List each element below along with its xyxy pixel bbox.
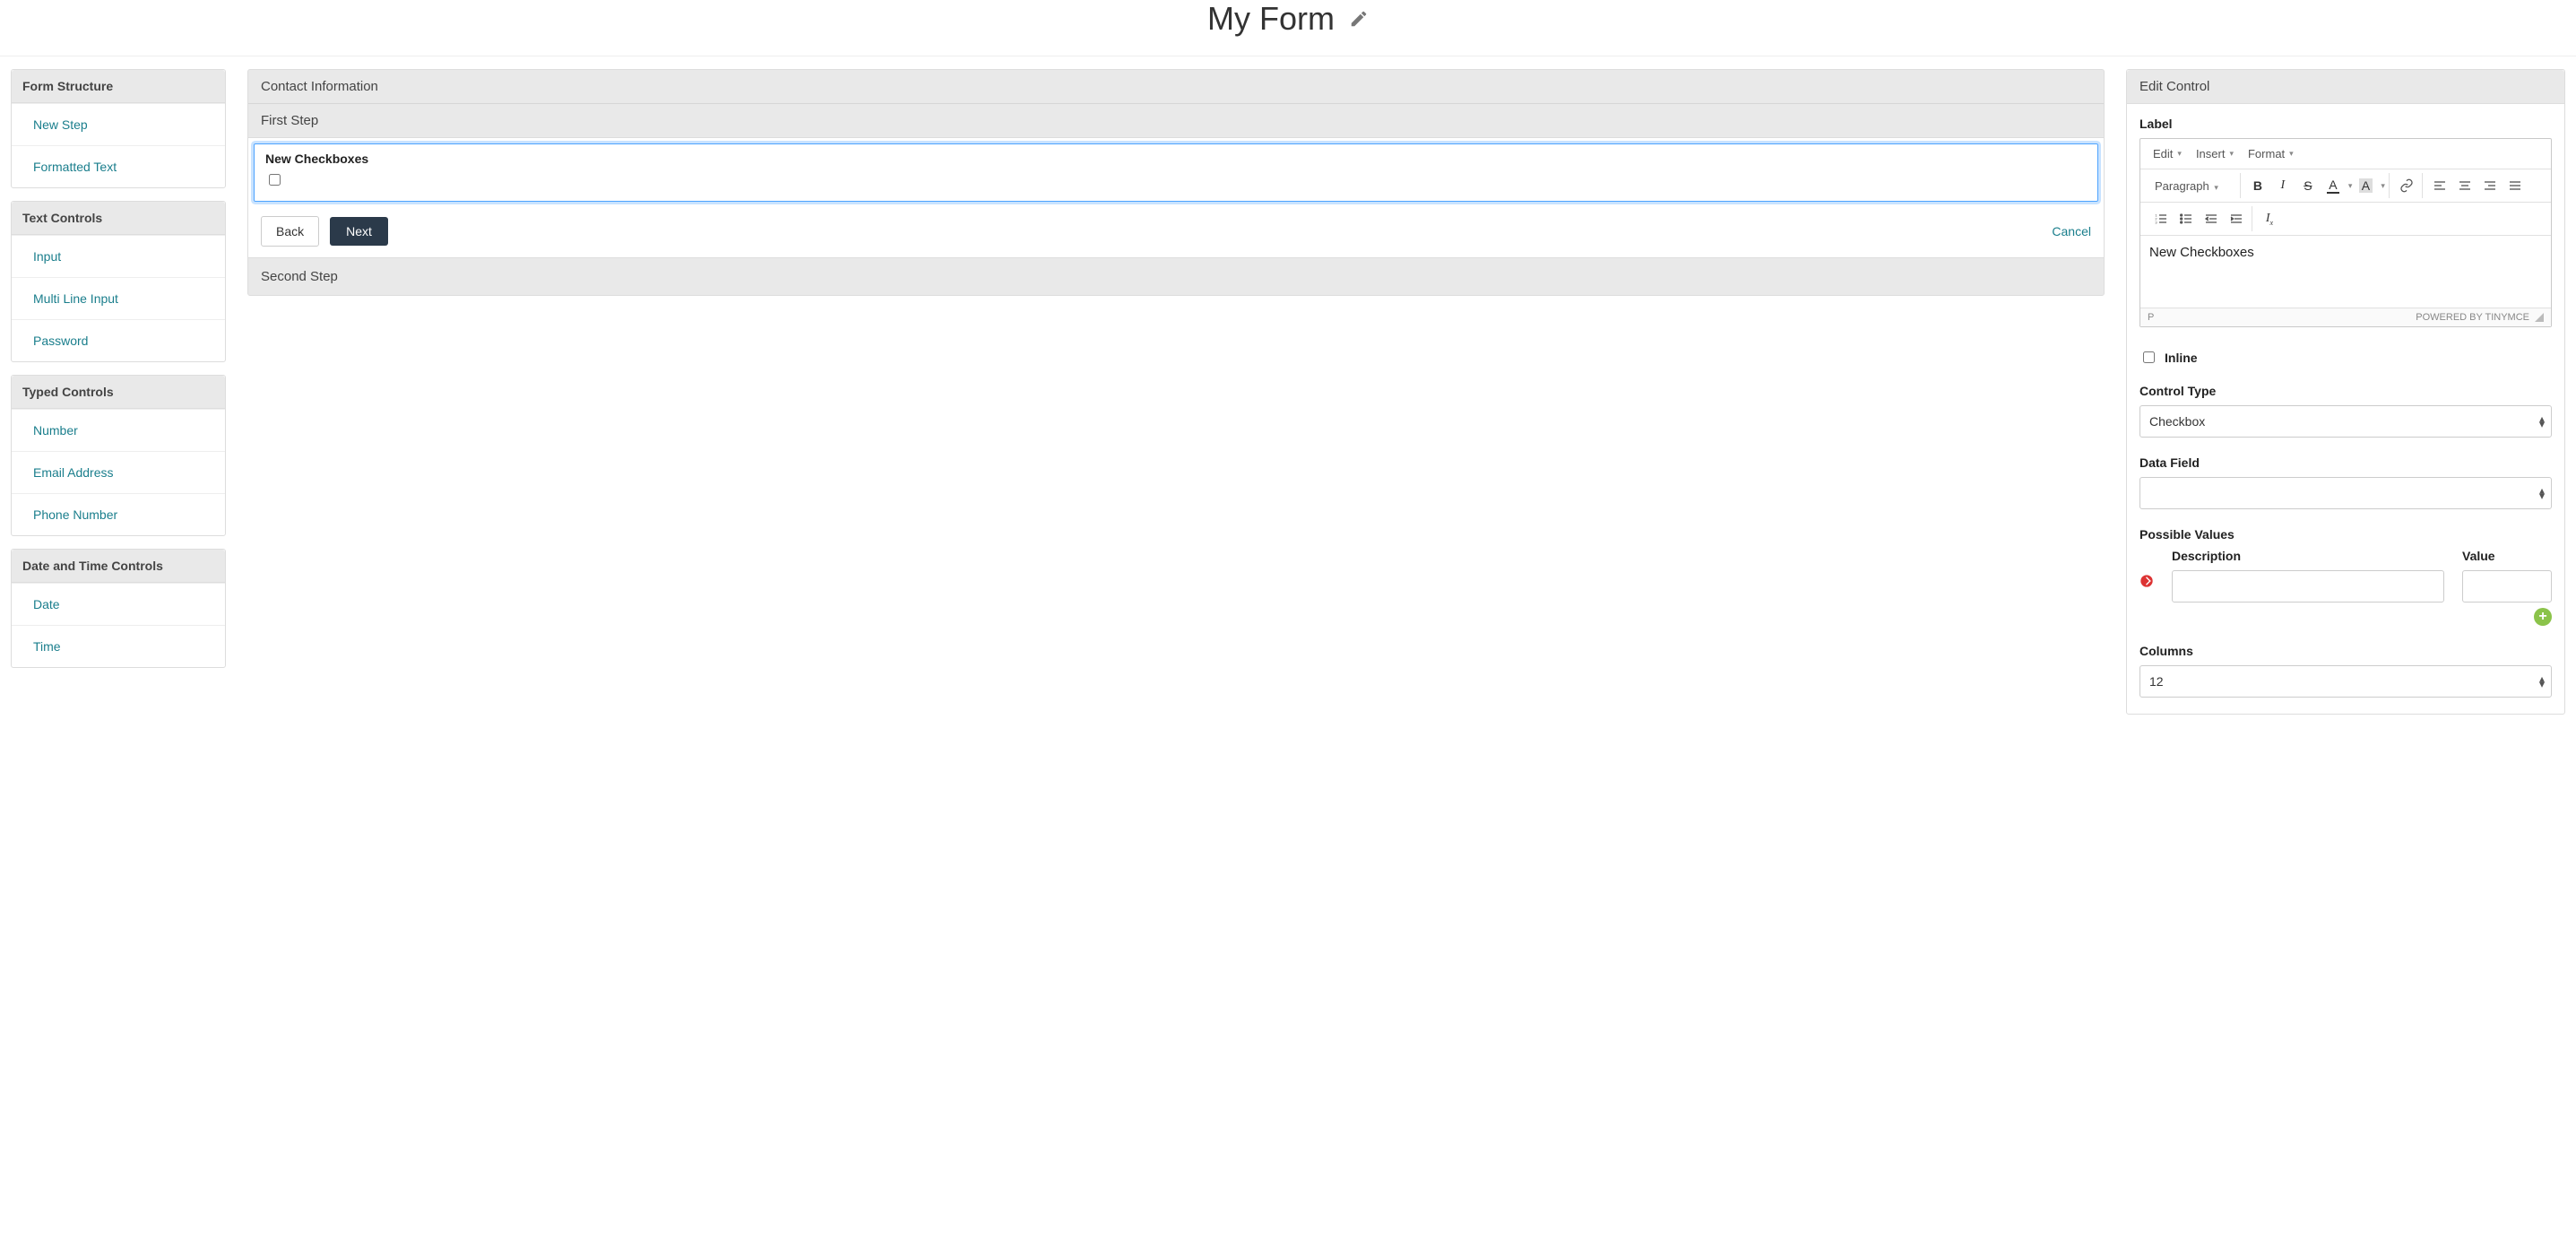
rte-content[interactable]: New Checkboxes [2140, 236, 2551, 308]
highlight-icon[interactable]: A [2354, 175, 2377, 196]
rte-toolbar-row2: 123 Ix [2140, 203, 2551, 236]
resize-handle-icon[interactable] [2535, 313, 2544, 322]
selected-control[interactable]: New Checkboxes [254, 143, 2098, 202]
inline-label: Inline [2165, 351, 2198, 365]
sidebar-item-date[interactable]: Date [12, 583, 225, 625]
pencil-icon[interactable] [1349, 9, 1369, 29]
step1-body: New Checkboxes Back Next Cancel [248, 137, 2104, 258]
page-title: My Form [1207, 0, 1335, 38]
align-left-icon[interactable] [2428, 175, 2451, 196]
description-col-head: Description [2172, 549, 2444, 563]
possible-value-row: Description Value [2139, 549, 2552, 602]
step-actions: Back Next Cancel [248, 207, 2104, 257]
rte-menu-format[interactable]: Format▾ [2243, 144, 2299, 163]
chevron-down-icon[interactable]: ▾ [2381, 181, 2385, 191]
edit-panel-title: Edit Control [2127, 70, 2564, 104]
rte-statusbar: P POWERED BY TINYMCE [2140, 308, 2551, 326]
data-field-select[interactable] [2139, 477, 2552, 509]
columns-label: Columns [2139, 644, 2552, 658]
bold-icon[interactable]: B [2246, 175, 2269, 196]
sidebar-item-new-step[interactable]: New Step [12, 103, 225, 145]
sidebar-item-phone[interactable]: Phone Number [12, 493, 225, 535]
cancel-link[interactable]: Cancel [2052, 224, 2091, 238]
sidebar-item-password[interactable]: Password [12, 319, 225, 361]
svg-text:3: 3 [2155, 220, 2157, 224]
sidebar-item-time[interactable]: Time [12, 625, 225, 667]
step2-title[interactable]: Second Step [248, 258, 2104, 295]
inline-checkbox[interactable] [2143, 351, 2155, 363]
rte-paragraph-select[interactable]: Paragraph ▾ [2149, 176, 2236, 196]
remove-icon[interactable] [2139, 574, 2154, 588]
rte-toolbar: Paragraph ▾ B I S A ▾ A ▾ [2140, 169, 2551, 203]
control-label: New Checkboxes [265, 152, 2087, 166]
bullet-list-icon[interactable] [2174, 208, 2198, 230]
indent-icon[interactable] [2225, 208, 2248, 230]
sidebar-group-text-controls: Text Controls Input Multi Line Input Pas… [11, 201, 226, 362]
sidebar-item-input[interactable]: Input [12, 235, 225, 277]
control-type-select[interactable]: Checkbox [2139, 405, 2552, 438]
control-type-label: Control Type [2139, 384, 2552, 398]
sidebar-item-formatted-text[interactable]: Formatted Text [12, 145, 225, 187]
sidebar-item-multiline[interactable]: Multi Line Input [12, 277, 225, 319]
add-icon[interactable]: + [2534, 608, 2552, 626]
description-input[interactable] [2172, 570, 2444, 602]
rte-powered: POWERED BY TINYMCE [2416, 312, 2529, 323]
outdent-icon[interactable] [2200, 208, 2223, 230]
control-checkbox[interactable] [269, 174, 281, 186]
sidebar-group-header: Date and Time Controls [12, 550, 225, 583]
edit-control-panel: Edit Control Label Edit▾ Insert▾ Format▾… [2126, 69, 2565, 715]
sidebar-item-email[interactable]: Email Address [12, 451, 225, 493]
value-input[interactable] [2462, 570, 2552, 602]
sidebar-item-number[interactable]: Number [12, 409, 225, 451]
sidebar: Form Structure New Step Formatted Text T… [11, 69, 226, 681]
value-col-head: Value [2462, 549, 2552, 563]
columns-select[interactable]: 12 [2139, 665, 2552, 698]
numbered-list-icon[interactable]: 123 [2149, 208, 2173, 230]
form-builder: Contact Information First Step New Check… [247, 69, 2105, 296]
strikethrough-icon[interactable]: S [2296, 175, 2320, 196]
sidebar-group-typed-controls: Typed Controls Number Email Address Phon… [11, 375, 226, 536]
rte-menubar: Edit▾ Insert▾ Format▾ [2140, 139, 2551, 169]
chevron-down-icon[interactable]: ▾ [2348, 181, 2353, 191]
align-right-icon[interactable] [2478, 175, 2502, 196]
clear-format-icon[interactable]: Ix [2258, 208, 2281, 230]
italic-icon[interactable]: I [2271, 175, 2295, 196]
link-icon[interactable] [2395, 175, 2418, 196]
page-header: My Form [0, 0, 2576, 56]
back-button[interactable]: Back [261, 216, 319, 247]
rte-path: P [2148, 312, 2154, 323]
text-color-icon[interactable]: A [2321, 175, 2345, 196]
sidebar-group-form-structure: Form Structure New Step Formatted Text [11, 69, 226, 188]
step1-title[interactable]: First Step [248, 104, 2104, 137]
sidebar-group-header: Text Controls [12, 202, 225, 235]
align-center-icon[interactable] [2453, 175, 2477, 196]
align-justify-icon[interactable] [2503, 175, 2527, 196]
possible-values-label: Possible Values [2139, 527, 2552, 542]
next-button[interactable]: Next [330, 217, 388, 246]
rte-menu-edit[interactable]: Edit▾ [2148, 144, 2187, 163]
inline-checkbox-row: Inline [2139, 349, 2552, 366]
sidebar-group-header: Typed Controls [12, 376, 225, 409]
form-title: Contact Information [248, 70, 2104, 104]
sidebar-group-header: Form Structure [12, 70, 225, 103]
sidebar-group-datetime: Date and Time Controls Date Time [11, 549, 226, 668]
rte-menu-insert[interactable]: Insert▾ [2191, 144, 2239, 163]
label-heading: Label [2139, 117, 2552, 131]
richtext-editor: Edit▾ Insert▾ Format▾ Paragraph ▾ B I S … [2139, 138, 2552, 327]
data-field-label: Data Field [2139, 455, 2552, 470]
